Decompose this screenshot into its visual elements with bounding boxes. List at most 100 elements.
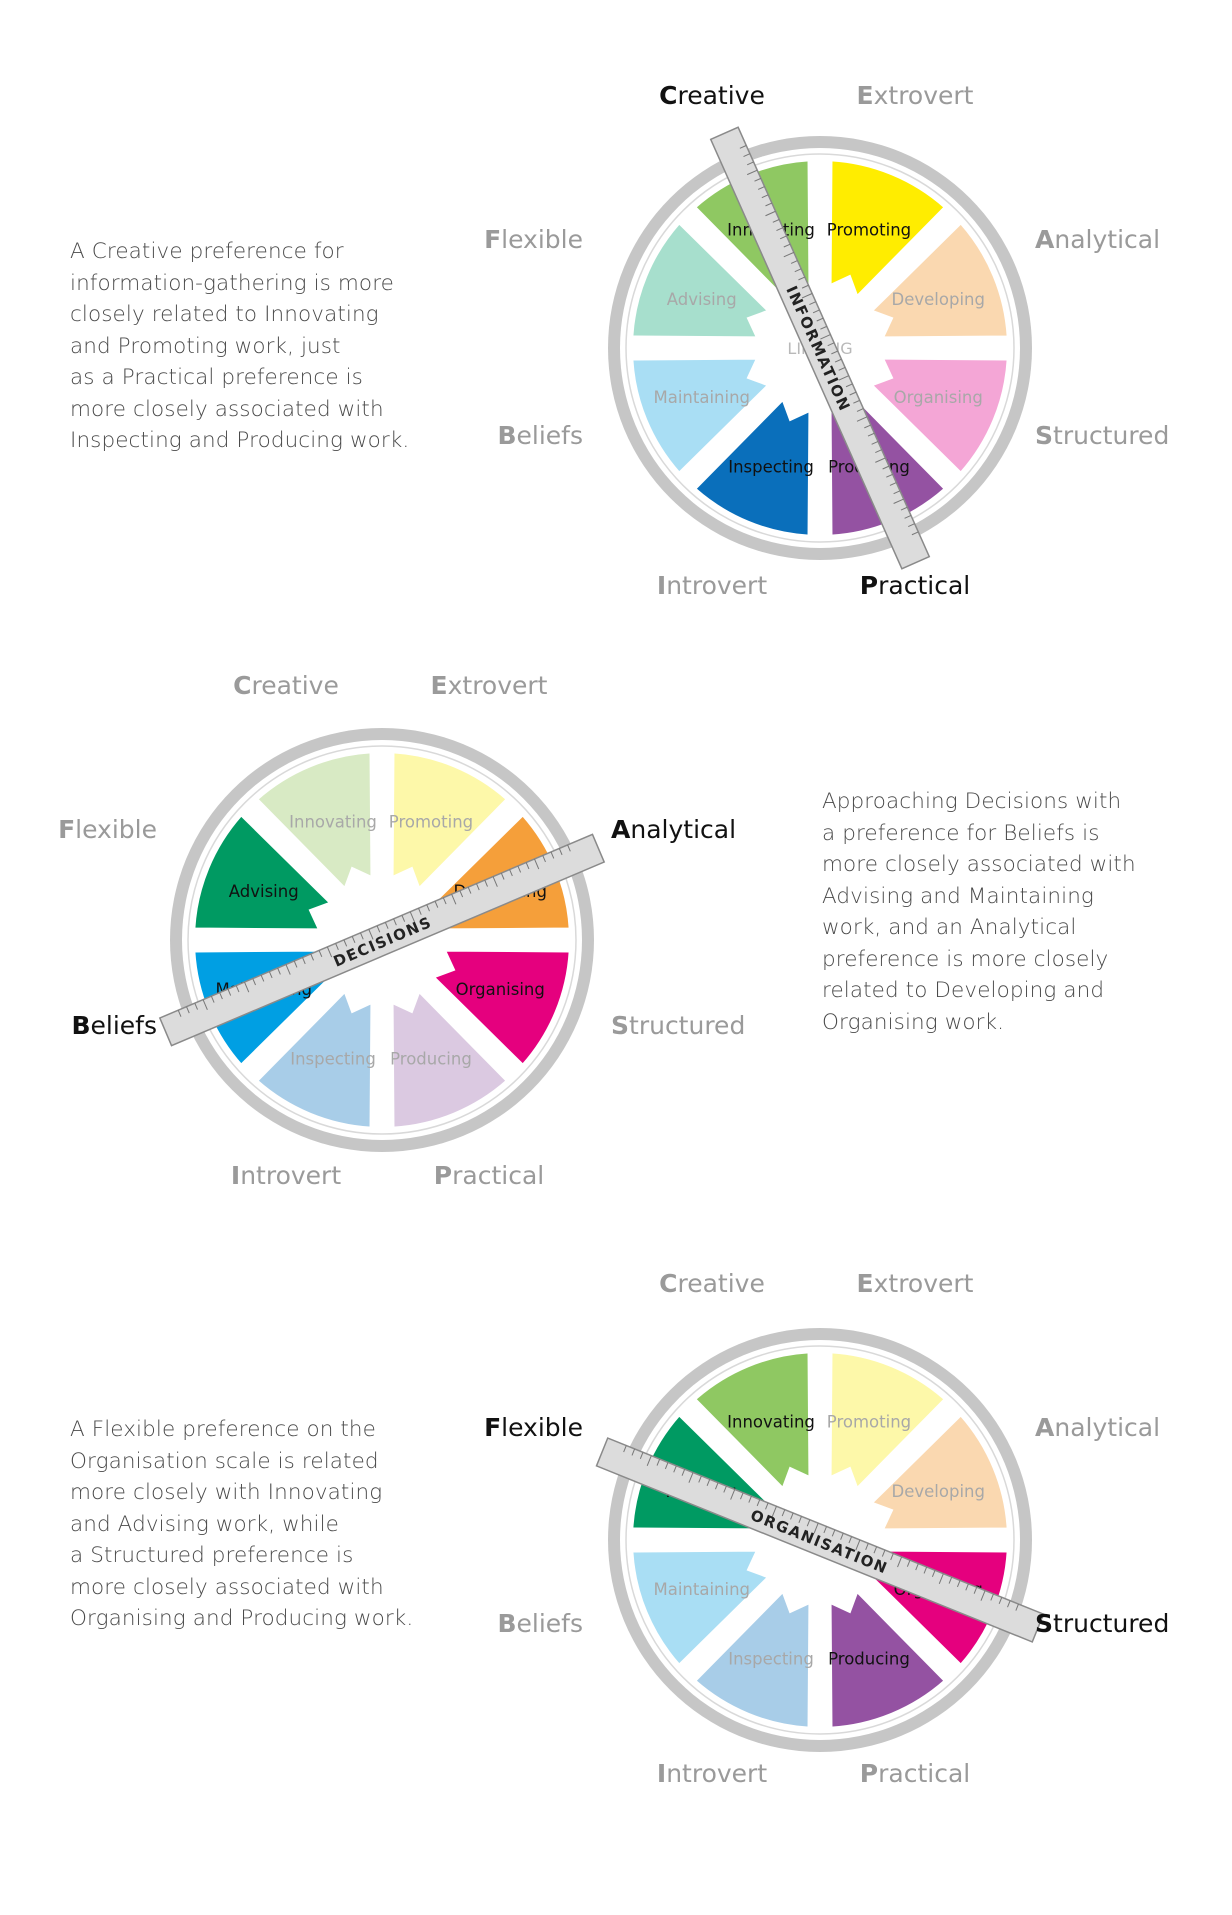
sector-inspecting <box>693 1590 811 1729</box>
scale-bar-label: DECISIONS <box>331 913 435 971</box>
pole-label-analytical: Analytical <box>611 815 736 844</box>
pole-label-creative: Creative <box>659 1269 765 1298</box>
scale-tick <box>442 897 447 905</box>
scale-tick <box>688 1472 694 1483</box>
sector-label-inspecting: Inspecting <box>290 1049 376 1068</box>
wheel-rim <box>608 1328 1032 1752</box>
scale-tick <box>706 1479 711 1486</box>
scale-tick <box>813 1522 819 1534</box>
scale-tick <box>451 893 457 905</box>
scale-tick <box>631 1448 636 1456</box>
sector-innovating <box>693 1351 811 1490</box>
scale-tick <box>765 210 776 217</box>
sector-label-developing: Developing <box>892 290 985 309</box>
pole-label-introvert: Introvert <box>657 571 767 600</box>
description-line: A Creative preference for <box>70 239 344 264</box>
pole-label-practical: Practical <box>434 1161 544 1190</box>
sector-label-inspecting: Inspecting <box>728 457 814 476</box>
sector-label-maintaining: Maintaining <box>215 980 312 999</box>
description-line: A Flexible preference on the <box>70 1417 376 1442</box>
scale-tick <box>360 932 364 940</box>
description-line: Organising work. <box>822 1009 1005 1035</box>
scale-tick <box>186 1006 190 1014</box>
scale-tick <box>853 399 860 404</box>
scale-tick <box>318 950 323 958</box>
scale-tick <box>293 960 298 968</box>
scale-tick <box>748 1495 752 1503</box>
pole-label-extrovert: Extrovert <box>857 1269 974 1298</box>
scale-tick <box>906 1559 911 1567</box>
description-line: information-gathering is more <box>70 270 394 296</box>
sector-label-maintaining: Maintaining <box>653 388 750 407</box>
scale-tick <box>302 957 306 965</box>
scale-tick <box>893 490 901 495</box>
sector-producing <box>829 398 947 537</box>
scale-bar-body <box>158 833 606 1047</box>
description-information: A Creative preference for information-ga… <box>70 236 430 457</box>
scale-tick <box>409 911 415 923</box>
description-line: more closely with Innovating <box>70 1480 383 1505</box>
scale-tick <box>904 515 912 519</box>
pole-label-introvert: Introvert <box>231 1161 341 1190</box>
scale-tick <box>801 284 809 289</box>
scale-tick <box>646 1455 652 1467</box>
scale-tick <box>911 531 919 536</box>
sector-label-developing: Developing <box>892 1482 985 1501</box>
sector-advising <box>631 221 770 339</box>
scale-tick <box>335 943 339 951</box>
scale-tick <box>418 908 422 915</box>
scale-tick <box>886 473 893 478</box>
scale-tick <box>746 169 758 176</box>
sector-organising <box>870 357 1009 475</box>
sector-developing <box>870 221 1009 339</box>
scale-tick <box>756 1499 761 1507</box>
pole-label-beliefs: Beliefs <box>71 1011 157 1040</box>
sector-label-promoting: Promoting <box>389 813 473 832</box>
wheel-inner-ring <box>625 153 1015 543</box>
description-organisation: A Flexible preference on the Organisatio… <box>70 1414 430 1635</box>
scale-tick <box>260 974 265 982</box>
scale-tick <box>931 1570 936 1577</box>
sector-label-promoting: Promoting <box>827 1413 911 1432</box>
scale-tick <box>794 268 802 273</box>
scale-bar: DECISIONS <box>158 833 606 1047</box>
scale-tick <box>875 449 882 454</box>
scale-tick <box>781 1509 786 1517</box>
wheel-decisions: Promoting Developing Organising Producing In… <box>58 671 745 1190</box>
scale-tick <box>492 876 498 887</box>
scale-tick <box>848 1536 853 1544</box>
description-line: more closely associated with <box>70 396 384 422</box>
pole-label-extrovert: Extrovert <box>431 671 548 700</box>
scale-tick <box>681 1468 686 1476</box>
scale-tick <box>525 862 530 870</box>
description-line: preference is more closely <box>822 946 1109 972</box>
scale-tick <box>855 1539 861 1551</box>
scale-tick <box>980 1590 986 1601</box>
scale-tick <box>194 1002 198 1010</box>
scale-tick <box>990 1593 994 1601</box>
description-line: and Promoting work, just <box>70 333 341 359</box>
description-line: related to Developing and <box>822 978 1105 1003</box>
scale-bar-label: INFORMATION <box>782 283 854 414</box>
sector-label-advising: Advising <box>667 290 737 309</box>
scale-tick <box>865 1543 869 1551</box>
sector-developing <box>432 813 571 931</box>
scale-tick <box>743 153 751 158</box>
scale-tick <box>889 482 897 486</box>
wheel-inner-ring <box>625 1345 1015 1735</box>
scale-tick <box>393 918 397 926</box>
description-line: work, and an Analytical <box>822 915 1077 940</box>
sector-maintaining <box>631 1549 770 1667</box>
sector-label-inspecting: Inspecting <box>728 1649 814 1668</box>
scale-tick <box>840 1533 844 1540</box>
scale-tick <box>1007 1600 1011 1608</box>
wheel-rim <box>608 136 1032 560</box>
sector-inspecting <box>693 398 811 537</box>
pole-label-introvert: Introvert <box>657 1759 767 1788</box>
scale-tick <box>698 1475 702 1483</box>
scale-tick <box>227 988 232 996</box>
sector-advising <box>631 1413 770 1531</box>
pole-label-creative: Creative <box>659 81 765 110</box>
scale-tick <box>567 844 571 852</box>
sector-producing <box>829 1590 947 1729</box>
